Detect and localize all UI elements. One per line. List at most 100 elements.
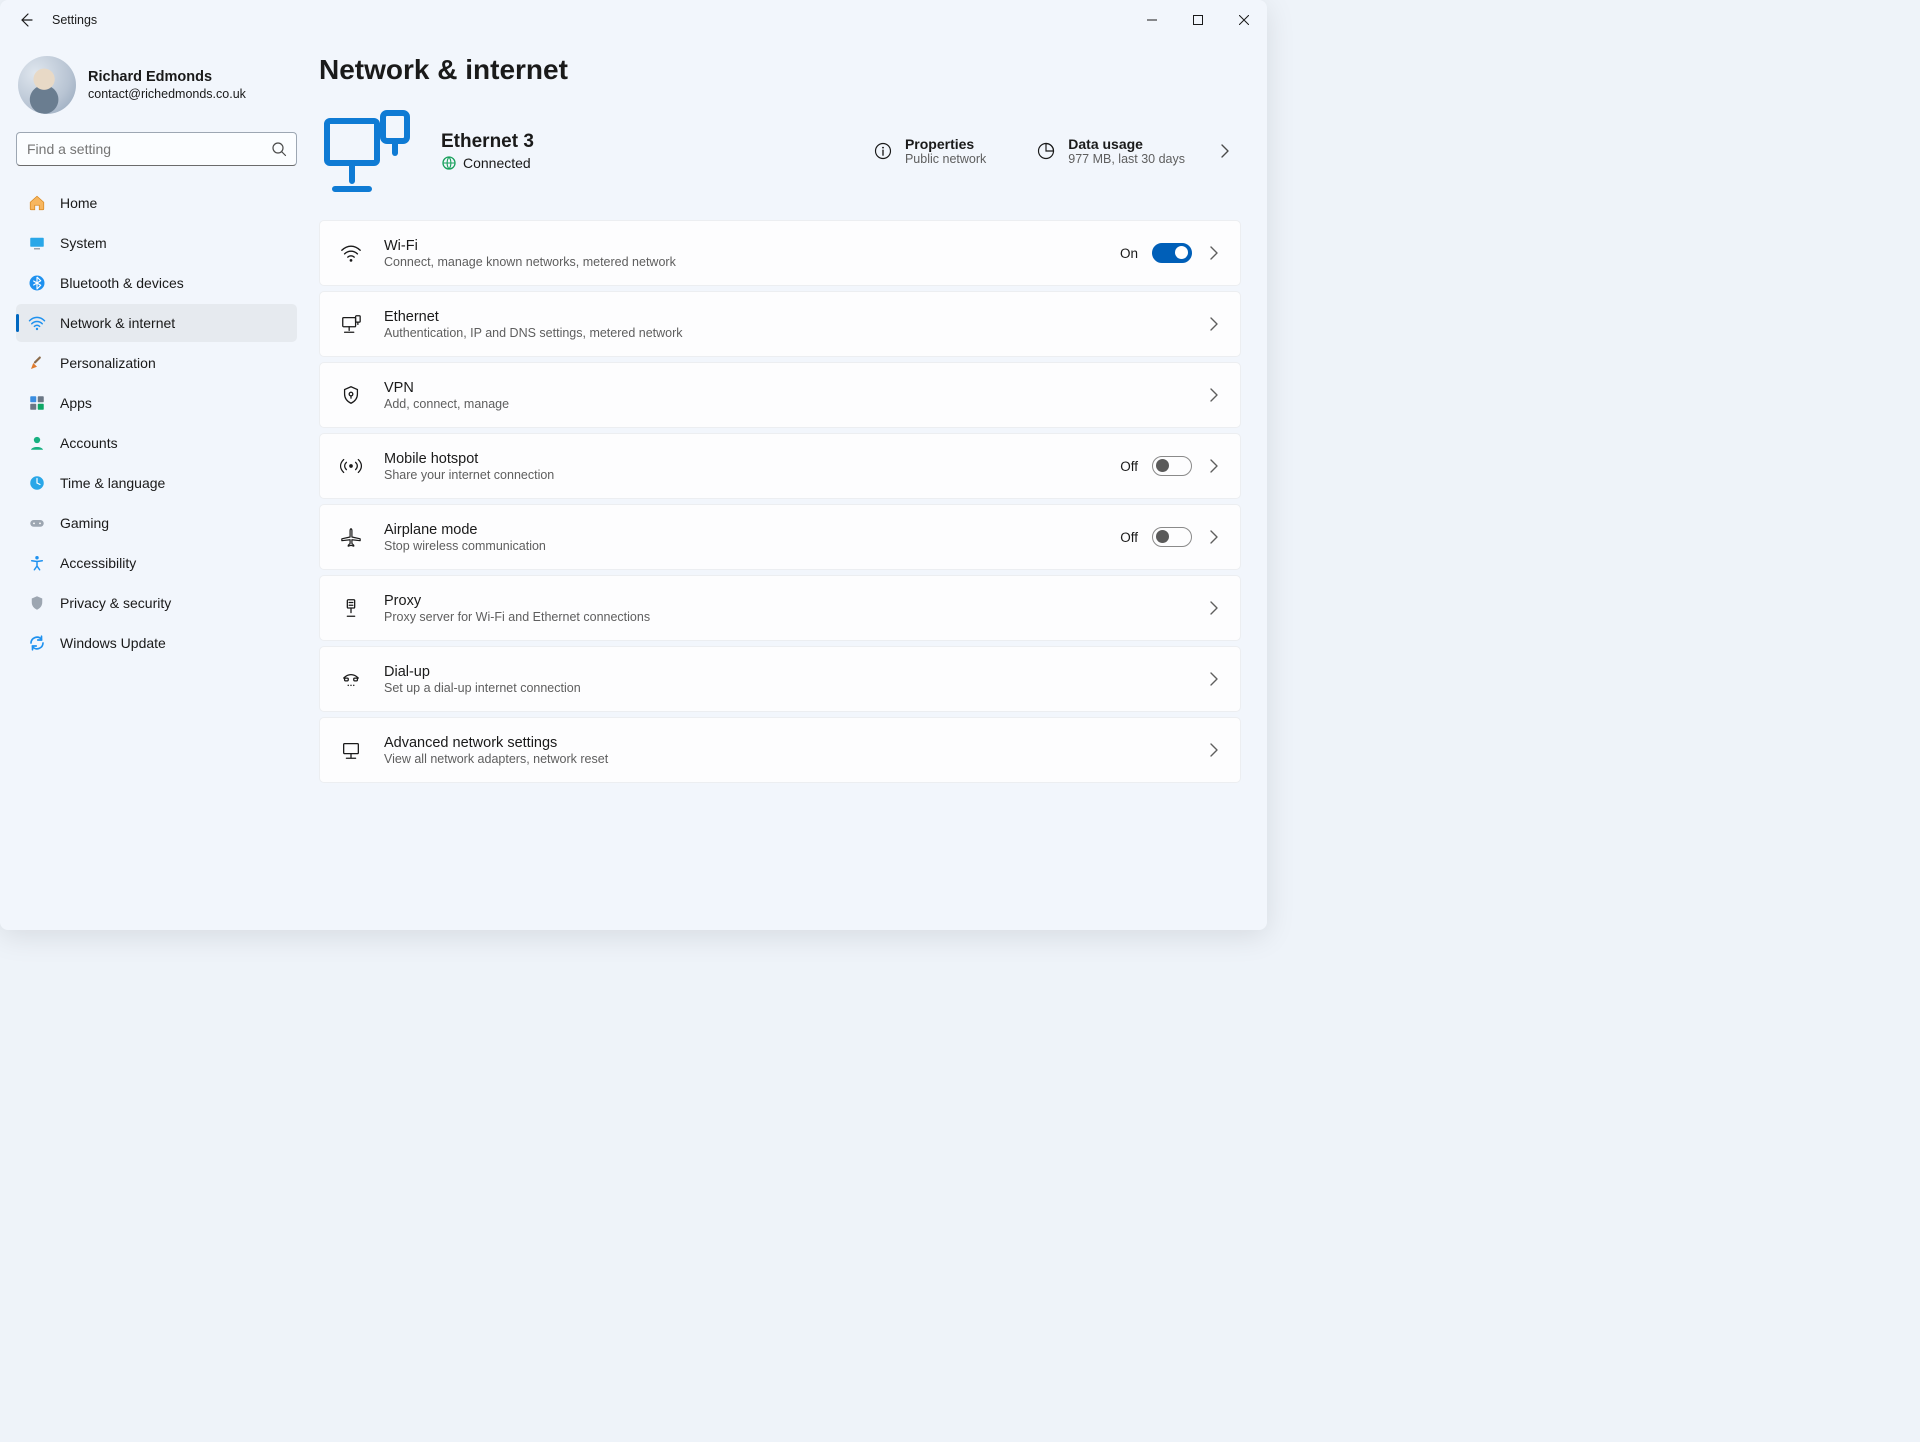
sidebar-item-label: Time & language — [60, 475, 165, 491]
sidebar-item-label: Network & internet — [60, 315, 175, 331]
window-controls — [1129, 0, 1267, 40]
system-icon — [28, 234, 46, 252]
sidebar-item-system[interactable]: System — [16, 224, 297, 262]
card-subtitle: Set up a dial-up internet connection — [384, 681, 1184, 695]
sidebar-item-personalization[interactable]: Personalization — [16, 344, 297, 382]
card-title: Wi-Fi — [384, 238, 1098, 254]
card-title: Airplane mode — [384, 522, 1098, 538]
card-title: Advanced network settings — [384, 735, 1184, 751]
card-subtitle: Stop wireless communication — [384, 539, 1098, 553]
sidebar-item-time-language[interactable]: Time & language — [16, 464, 297, 502]
minimize-button[interactable] — [1129, 0, 1175, 40]
close-icon — [1239, 15, 1249, 25]
profile-email: contact@richedmonds.co.uk — [88, 87, 246, 101]
network-icon — [28, 314, 46, 332]
sidebar-item-accounts[interactable]: Accounts — [16, 424, 297, 462]
sidebar-item-network[interactable]: Network & internet — [16, 304, 297, 342]
maximize-icon — [1193, 15, 1203, 25]
window-title: Settings — [52, 13, 97, 27]
windows-update-icon — [28, 634, 46, 652]
time-language-icon — [28, 474, 46, 492]
arrow-left-icon — [18, 12, 34, 28]
sidebar-item-bluetooth[interactable]: Bluetooth & devices — [16, 264, 297, 302]
sidebar-item-gaming[interactable]: Gaming — [16, 504, 297, 542]
hotspot-toggle[interactable] — [1152, 456, 1192, 476]
sidebar-item-label: Gaming — [60, 515, 109, 531]
sidebar-item-label: Windows Update — [60, 635, 166, 651]
hotspot-icon — [340, 455, 362, 477]
sidebar-item-label: Personalization — [60, 355, 156, 371]
connection-status: Connected — [463, 155, 531, 171]
card-proxy[interactable]: Proxy Proxy server for Wi-Fi and Etherne… — [319, 575, 1241, 641]
wifi-toggle[interactable] — [1152, 243, 1192, 263]
data-usage-title: Data usage — [1068, 136, 1185, 152]
card-subtitle: Authentication, IP and DNS settings, met… — [384, 326, 1184, 340]
card-dial-up[interactable]: Dial-up Set up a dial-up internet connec… — [319, 646, 1241, 712]
toggle-label: On — [1120, 246, 1138, 261]
sidebar-item-label: System — [60, 235, 107, 251]
proxy-icon — [340, 597, 362, 619]
sidebar-item-windows-update[interactable]: Windows Update — [16, 624, 297, 662]
airplane-icon — [340, 526, 362, 548]
sidebar-item-apps[interactable]: Apps — [16, 384, 297, 422]
maximize-button[interactable] — [1175, 0, 1221, 40]
globe-icon — [441, 155, 457, 171]
sidebar-item-accessibility[interactable]: Accessibility — [16, 544, 297, 582]
card-title: Dial-up — [384, 664, 1184, 680]
gaming-icon — [28, 514, 46, 532]
chevron-right-icon — [1206, 245, 1222, 261]
card-vpn[interactable]: VPN Add, connect, manage — [319, 362, 1241, 428]
card-advanced-network[interactable]: Advanced network settings View all netwo… — [319, 717, 1241, 783]
card-wifi[interactable]: Wi-Fi Connect, manage known networks, me… — [319, 220, 1241, 286]
sidebar-item-label: Accounts — [60, 435, 118, 451]
sidebar: Richard Edmonds contact@richedmonds.co.u… — [0, 40, 305, 930]
sidebar-item-label: Bluetooth & devices — [60, 275, 184, 291]
properties-tile[interactable]: Properties Public network — [865, 130, 994, 172]
dialup-icon — [340, 668, 362, 690]
vpn-icon — [340, 384, 362, 406]
privacy-icon — [28, 594, 46, 612]
card-subtitle: Add, connect, manage — [384, 397, 1184, 411]
page-title: Network & internet — [319, 54, 1241, 86]
personalization-icon — [28, 354, 46, 372]
home-icon — [28, 194, 46, 212]
close-button[interactable] — [1221, 0, 1267, 40]
chevron-right-icon — [1206, 742, 1222, 758]
chevron-right-icon — [1206, 529, 1222, 545]
chevron-right-icon — [1206, 600, 1222, 616]
card-title: Proxy — [384, 593, 1184, 609]
profile-block[interactable]: Richard Edmonds contact@richedmonds.co.u… — [16, 50, 297, 132]
sidebar-item-privacy[interactable]: Privacy & security — [16, 584, 297, 622]
search-wrap — [16, 132, 297, 166]
card-subtitle: View all network adapters, network reset — [384, 752, 1184, 766]
bluetooth-icon — [28, 274, 46, 292]
advanced-network-icon — [340, 739, 362, 761]
accessibility-icon — [28, 554, 46, 572]
search-input[interactable] — [16, 132, 297, 166]
connection-info: Ethernet 3 Connected — [441, 131, 534, 171]
connection-status-row: Ethernet 3 Connected Properties Public n… — [319, 98, 1241, 220]
sidebar-item-label: Privacy & security — [60, 595, 171, 611]
chevron-right-icon — [1206, 387, 1222, 403]
card-ethernet[interactable]: Ethernet Authentication, IP and DNS sett… — [319, 291, 1241, 357]
back-button[interactable] — [8, 2, 44, 38]
sidebar-item-home[interactable]: Home — [16, 184, 297, 222]
main-content: Network & internet Ethernet 3 Connected — [305, 40, 1267, 930]
properties-subtitle: Public network — [905, 152, 986, 166]
card-title: Mobile hotspot — [384, 451, 1098, 467]
connection-name: Ethernet 3 — [441, 131, 534, 153]
airplane-toggle[interactable] — [1152, 527, 1192, 547]
properties-title: Properties — [905, 136, 986, 152]
search-icon — [271, 141, 287, 157]
card-title: Ethernet — [384, 309, 1184, 325]
card-subtitle: Connect, manage known networks, metered … — [384, 255, 1098, 269]
data-usage-tile[interactable]: Data usage 977 MB, last 30 days — [1028, 130, 1241, 172]
chevron-right-icon — [1206, 458, 1222, 474]
chevron-right-icon — [1206, 671, 1222, 687]
apps-icon — [28, 394, 46, 412]
card-airplane-mode[interactable]: Airplane mode Stop wireless communicatio… — [319, 504, 1241, 570]
card-mobile-hotspot[interactable]: Mobile hotspot Share your internet conne… — [319, 433, 1241, 499]
titlebar: Settings — [0, 0, 1267, 40]
chevron-right-icon — [1206, 316, 1222, 332]
sidebar-item-label: Accessibility — [60, 555, 136, 571]
